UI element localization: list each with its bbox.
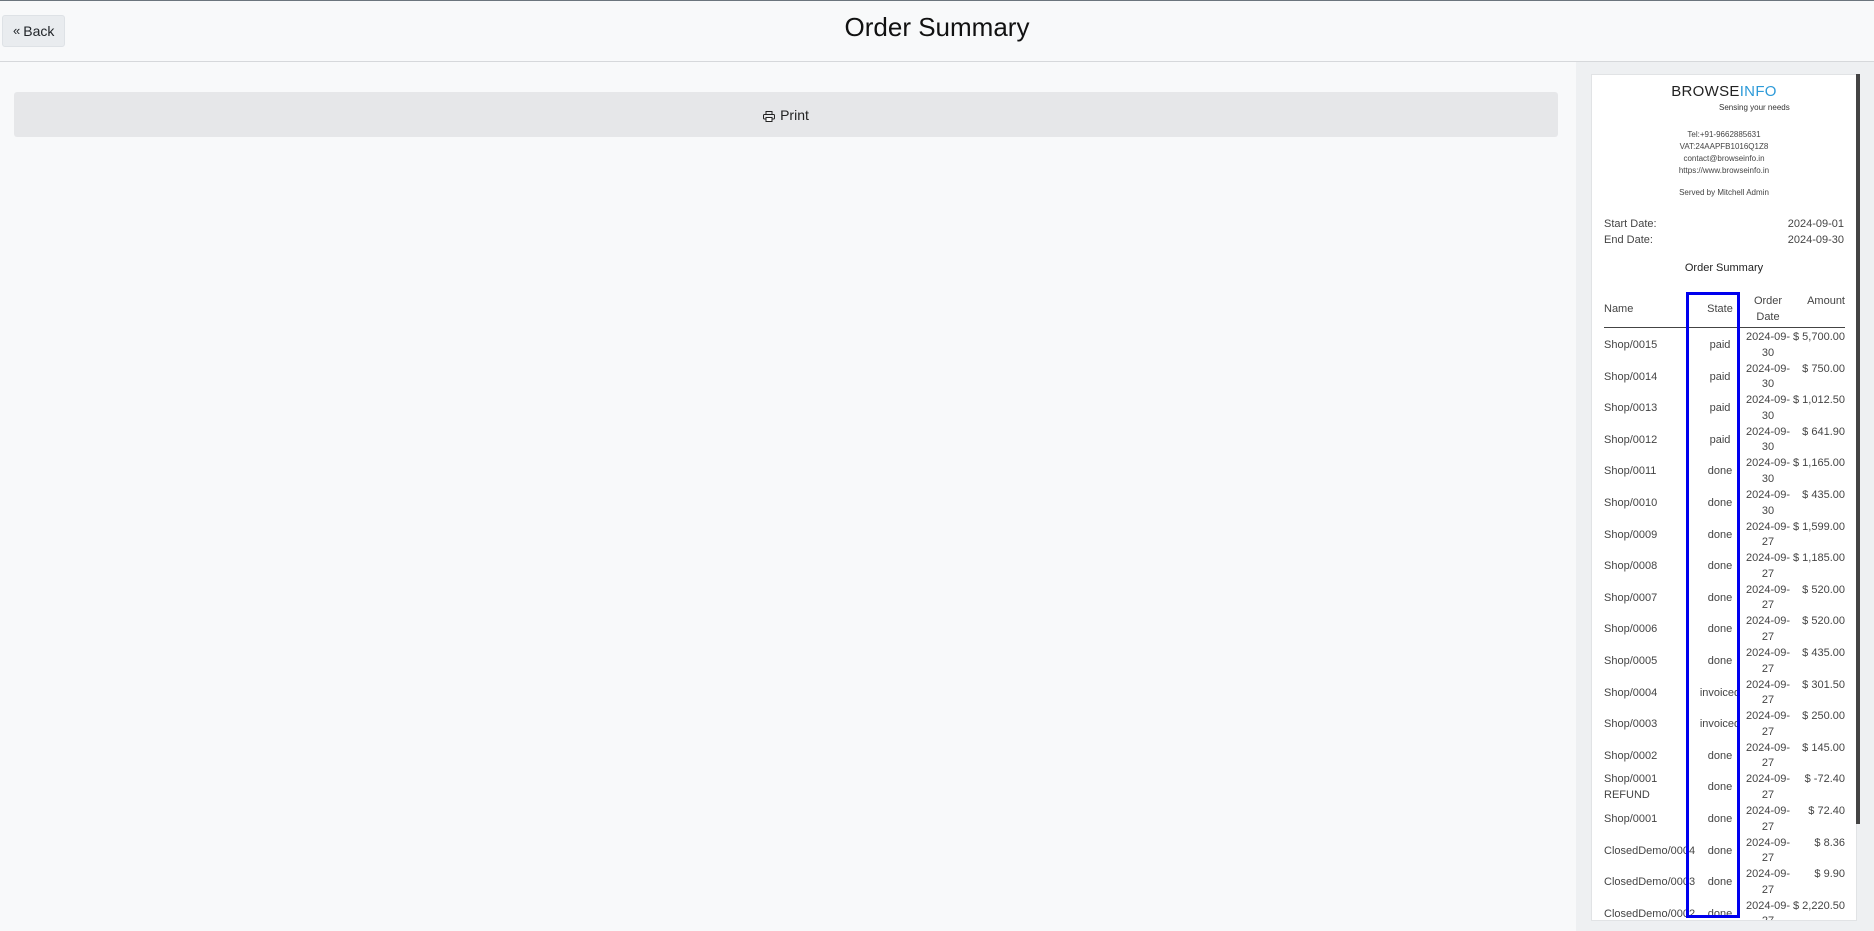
- served-by: Served by Mitchell Admin: [1679, 188, 1769, 197]
- row-order-date: 2024-09-27: [1745, 520, 1791, 549]
- row-name: ClosedDemo/0002: [1604, 907, 1696, 920]
- row-name: Shop/0001 REFUND: [1604, 773, 1658, 801]
- row-name: Shop/0004: [1604, 686, 1658, 699]
- row-amount: $ 520.00: [1802, 615, 1845, 628]
- row-amount: $ 435.00: [1802, 489, 1845, 501]
- logo-tagline: Sensing your needs: [1719, 103, 1790, 112]
- row-name: Shop/0011: [1604, 465, 1657, 478]
- row-name: Shop/0009: [1604, 528, 1658, 541]
- row-order-date: 2024-09-27: [1745, 710, 1791, 738]
- row-amount: $ 250.00: [1802, 710, 1845, 723]
- receipt-scrollbar[interactable]: [1856, 74, 1860, 824]
- row-name: Shop/0010: [1604, 497, 1658, 509]
- row-amount: $ 2,220.50: [1793, 899, 1845, 912]
- row-order-date: 2024-09-27: [1745, 615, 1791, 643]
- start-date-value: 2024-09-01: [1787, 218, 1844, 230]
- row-order-date: 2024-09-27: [1745, 552, 1791, 580]
- row-order-date: 2024-09-27: [1745, 836, 1791, 865]
- row-name: Shop/0002: [1604, 749, 1658, 762]
- row-order-date: 2024-09-27: [1745, 899, 1791, 920]
- row-order-date: 2024-09- 30: [1745, 425, 1791, 454]
- column-header-amount: Amount: [1807, 295, 1845, 307]
- row-order-date: 2024-09-27: [1745, 741, 1791, 770]
- row-amount: $ 1,185.00: [1793, 552, 1845, 565]
- row-order-date: 2024-09- 30: [1745, 394, 1791, 422]
- row-name: Shop/0013: [1604, 402, 1658, 415]
- row-order-date: 2024-09-27: [1745, 678, 1791, 707]
- row-amount: $ 5,700.00: [1793, 331, 1845, 343]
- row-order-date: 2024-09-27: [1745, 868, 1791, 896]
- row-amount: $ 1,165.00: [1793, 457, 1845, 470]
- row-order-date: 2024-09- 30: [1745, 331, 1791, 359]
- row-name: Shop/0015: [1604, 339, 1658, 351]
- print-button[interactable]: Print: [14, 92, 1558, 137]
- start-date-row: Start Date: 2024-09-01: [1604, 218, 1844, 230]
- row-name: Shop/0014: [1604, 370, 1658, 383]
- end-date-row: End Date: 2024-09-30: [1604, 234, 1844, 246]
- company-logo: BROWSEINFO: [1671, 83, 1777, 100]
- row-name: Shop/0006: [1604, 623, 1658, 636]
- contact-vat: VAT:24AAPFB1016Q1Z8: [1679, 142, 1769, 151]
- column-header-order-date: Order Date: [1753, 295, 1783, 323]
- start-date-label: Start Date:: [1604, 218, 1657, 230]
- row-order-date: 2024-09-27: [1745, 583, 1791, 612]
- print-button-label: Print: [780, 106, 809, 123]
- contact-website: https://www.browseinfo.in: [1678, 166, 1770, 175]
- row-amount: $ 1,012.50: [1793, 394, 1845, 407]
- row-amount: $ 8.36: [1814, 836, 1845, 849]
- row-name: Shop/0005: [1604, 655, 1658, 667]
- row-order-date: 2024-09- 30: [1745, 489, 1791, 517]
- row-amount: $ 1,599.00: [1793, 520, 1845, 533]
- page-title: Order Summary: [844, 12, 1030, 42]
- summary-title: Order Summary: [1684, 262, 1764, 274]
- row-name: Shop/0003: [1604, 718, 1658, 731]
- column-header-name: Name: [1604, 303, 1634, 315]
- row-name: ClosedDemo/0004: [1604, 844, 1696, 857]
- row-name: Shop/0007: [1604, 591, 1658, 604]
- page-header: « Back Order Summary: [0, 1, 1874, 62]
- row-name: Shop/0012: [1604, 433, 1658, 446]
- end-date-value: 2024-09-30: [1787, 234, 1844, 246]
- row-name: ClosedDemo/0003: [1604, 876, 1696, 889]
- row-amount: $ 641.90: [1802, 425, 1845, 438]
- row-amount: $ -72.40: [1804, 773, 1845, 786]
- row-name: Shop/0008: [1604, 560, 1658, 573]
- row-name: Shop/0001: [1604, 813, 1658, 825]
- row-order-date: 2024-09-27: [1745, 805, 1791, 833]
- contact-email: contact@browseinfo.in: [1683, 154, 1765, 163]
- row-amount: $ 750.00: [1802, 362, 1845, 375]
- printer-icon: [763, 109, 776, 122]
- row-amount: $ 301.50: [1802, 678, 1845, 691]
- company-contact: Tel:+91-9662885631 VAT:24AAPFB1016Q1Z8 c…: [1592, 129, 1856, 177]
- left-pane: Print: [0, 62, 1576, 931]
- row-order-date: 2024-09- 30: [1745, 457, 1791, 485]
- end-date-label: End Date:: [1604, 234, 1653, 246]
- row-amount: $ 520.00: [1802, 583, 1845, 596]
- row-order-date: 2024-09- 30: [1745, 362, 1791, 391]
- row-order-date: 2024-09-27: [1745, 647, 1791, 675]
- state-column-highlight: [1686, 292, 1740, 918]
- row-amount: $ 72.40: [1808, 805, 1845, 817]
- row-amount: $ 9.90: [1814, 868, 1845, 881]
- contact-tel: Tel:+91-9662885631: [1687, 130, 1761, 139]
- row-amount: $ 435.00: [1802, 647, 1845, 659]
- row-order-date: 2024-09-27: [1745, 773, 1791, 801]
- row-amount: $ 145.00: [1802, 741, 1845, 754]
